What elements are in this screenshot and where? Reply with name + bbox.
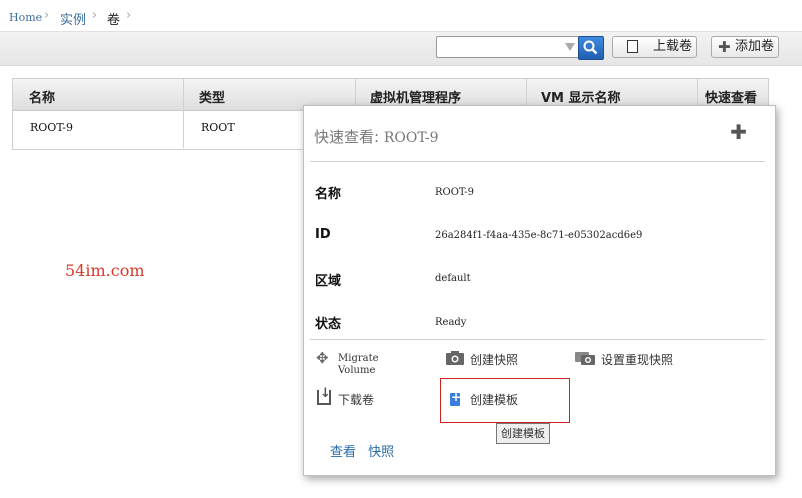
download-icon <box>317 386 331 405</box>
download-volume-label: 下载卷 <box>338 393 375 407</box>
migrate-line1: Migrate <box>338 353 379 364</box>
detail-value-state: Ready <box>435 317 467 328</box>
column-header-quickview[interactable]: 快速查看 <box>705 87 757 106</box>
add-volume-button[interactable]: ✚ 添加卷 <box>711 36 779 58</box>
create-template-icon <box>450 390 461 406</box>
recurring-camera-icon <box>575 352 595 365</box>
toolbar: 上载卷 ✚ 添加卷 <box>0 32 802 66</box>
camera-icon <box>446 351 464 365</box>
chevron-right-icon: › <box>92 8 98 23</box>
breadcrumb-instances[interactable]: 实例 <box>60 9 86 28</box>
divider <box>310 161 765 162</box>
breadcrumb-home[interactable]: Home <box>9 11 42 24</box>
view-link[interactable]: 查看 <box>330 445 356 460</box>
column-header-type[interactable]: 类型 <box>199 87 225 106</box>
watermark-text: 54im.com <box>65 261 145 280</box>
recurring-snapshot-label: 设置重现快照 <box>601 353 674 367</box>
snapshots-link[interactable]: 快照 <box>368 445 394 460</box>
plus-icon: ✚ <box>718 38 731 56</box>
migrate-volume-label: Migrate Volume <box>338 353 379 377</box>
move-icon: ✥ <box>316 349 329 367</box>
detail-label-name: 名称 <box>315 187 342 202</box>
upload-icon <box>627 40 638 53</box>
table-cell-name[interactable]: ROOT-9 <box>30 121 73 134</box>
detail-label-id: ID <box>315 227 331 242</box>
column-header-vm-name[interactable]: VM 显示名称 <box>541 87 621 106</box>
detail-label-zone: 区域 <box>315 274 342 289</box>
quickview-title: 快速查看: ROOT-9 <box>314 126 439 147</box>
quickview-title-prefix: 快速查看: <box>314 128 380 146</box>
column-header-name[interactable]: 名称 <box>29 87 55 106</box>
create-snapshot-label: 创建快照 <box>470 353 519 367</box>
add-volume-label: 添加卷 <box>735 39 775 54</box>
column-header-hypervisor[interactable]: 虚拟机管理程序 <box>370 87 461 106</box>
create-template-action[interactable]: 创建模板 <box>470 391 560 411</box>
detail-value-name: ROOT-9 <box>435 187 475 198</box>
upload-volume-button[interactable]: 上载卷 <box>612 36 697 58</box>
detail-value-id: 26a284f1-f4aa-435e-8c71-e05302acd6e9 <box>435 230 643 241</box>
divider <box>310 339 765 340</box>
quickview-title-value: ROOT-9 <box>383 130 439 146</box>
quickview-popup: 快速查看: ROOT-9 ✚ 名称 ROOT-9 ID 26a284f1-f4a… <box>303 105 776 476</box>
detail-value-zone: default <box>435 273 471 284</box>
breadcrumb: Home › 实例 › 卷 › <box>0 0 802 32</box>
download-volume-action[interactable]: 下载卷 <box>316 386 406 409</box>
migrate-line2: Volume <box>338 365 376 376</box>
upload-volume-label: 上载卷 <box>653 39 693 54</box>
quickview-links: 查看 快照 <box>330 441 402 460</box>
chevron-right-icon: › <box>126 8 132 23</box>
plus-icon[interactable]: ✚ <box>730 120 747 144</box>
detail-label-state: 状态 <box>315 317 342 332</box>
column-divider <box>183 79 184 148</box>
create-template-label: 创建模板 <box>470 393 519 407</box>
search-button[interactable] <box>578 36 604 60</box>
chevron-right-icon: › <box>44 8 50 23</box>
migrate-volume-action[interactable]: ✥ Migrate Volume <box>316 349 406 380</box>
create-snapshot-action[interactable]: 创建快照 <box>446 350 546 370</box>
recurring-snapshot-action[interactable]: 设置重现快照 <box>575 350 685 370</box>
search-input[interactable] <box>436 36 580 58</box>
tooltip: 创建模板 <box>496 423 550 444</box>
breadcrumb-current: 卷 <box>107 13 121 28</box>
dropdown-arrow-icon[interactable] <box>565 43 575 51</box>
search-icon <box>583 40 598 55</box>
table-cell-type[interactable]: ROOT <box>201 121 235 134</box>
